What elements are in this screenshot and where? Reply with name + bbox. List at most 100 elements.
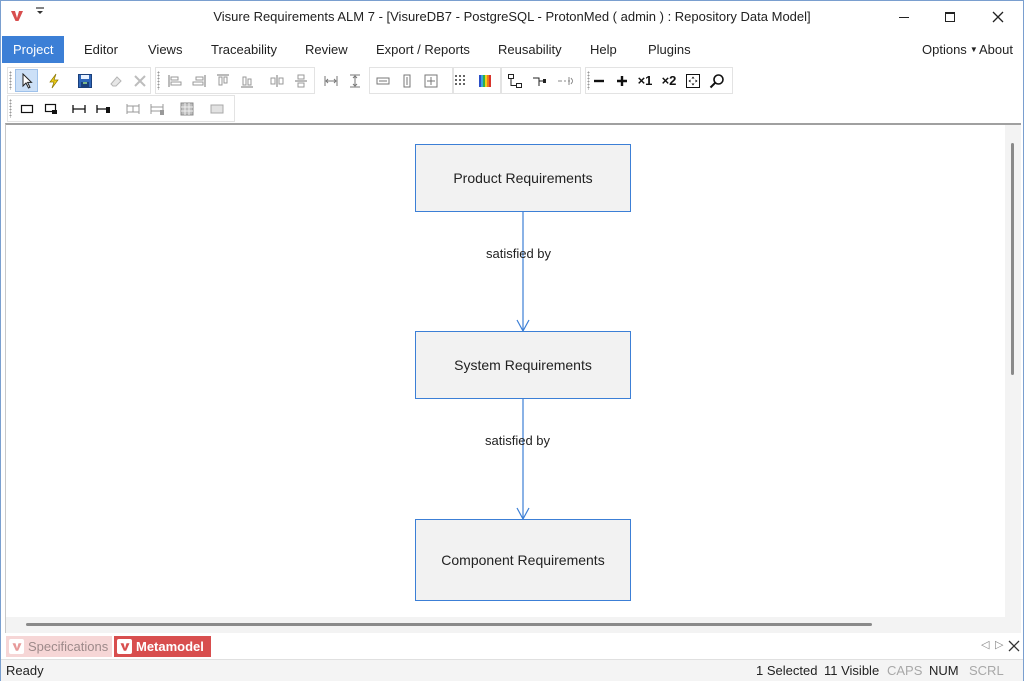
diagram-canvas[interactable]: Product Requirements satisfied by System… bbox=[6, 125, 1006, 617]
menu-help[interactable]: Help bbox=[579, 36, 628, 63]
window-title: Visure Requirements ALM 7 - [VisureDB7 -… bbox=[213, 9, 811, 24]
align-top-icon bbox=[216, 74, 229, 85]
save-model-button[interactable] bbox=[73, 69, 96, 92]
align-bottom-button[interactable] bbox=[235, 69, 258, 92]
edge-system-to-component[interactable] bbox=[516, 399, 530, 521]
grid-button[interactable] bbox=[449, 69, 472, 92]
tab-scroll-right-icon[interactable]: ▷ bbox=[995, 638, 1003, 651]
align-left-icon bbox=[168, 74, 181, 87]
vertical-scrollbar-thumb[interactable] bbox=[1011, 143, 1014, 375]
minimize-icon bbox=[899, 17, 909, 18]
menu-options-label: Options bbox=[922, 42, 967, 57]
maximize-icon bbox=[945, 12, 955, 22]
visure-v-logo-icon bbox=[117, 639, 132, 654]
rectangle-shadow-button[interactable] bbox=[39, 97, 62, 120]
tab-specifications[interactable]: Specifications bbox=[6, 636, 112, 657]
connect-icon bbox=[532, 77, 546, 86]
menu-about[interactable]: About bbox=[973, 36, 1019, 63]
center-horizontal-button[interactable] bbox=[371, 69, 394, 92]
minimize-button[interactable] bbox=[881, 1, 927, 33]
connector-button[interactable] bbox=[67, 97, 90, 120]
tab-label: Specifications bbox=[28, 639, 109, 654]
color-palette-button[interactable] bbox=[473, 69, 496, 92]
menu-reusability[interactable]: Reusability bbox=[487, 36, 573, 63]
menu-plugins[interactable]: Plugins bbox=[637, 36, 702, 63]
connect-button[interactable] bbox=[527, 69, 550, 92]
menu-export-reports[interactable]: Export / Reports bbox=[365, 36, 481, 63]
align-center-button[interactable] bbox=[187, 69, 210, 92]
table-icon bbox=[180, 102, 193, 115]
tab-scroll-left-icon[interactable]: ◁ bbox=[981, 638, 989, 651]
table-button[interactable] bbox=[175, 97, 198, 120]
edge-product-to-system[interactable] bbox=[516, 212, 530, 333]
rectangle-button[interactable] bbox=[15, 97, 38, 120]
node-label: Product Requirements bbox=[453, 170, 593, 186]
close-button[interactable] bbox=[975, 1, 1021, 33]
vertical-scrollbar[interactable] bbox=[1005, 125, 1021, 617]
menu-editor[interactable]: Editor bbox=[73, 36, 129, 63]
zoom-fit-button[interactable] bbox=[681, 69, 704, 92]
connector-end-button[interactable] bbox=[91, 97, 114, 120]
toolbar-grip[interactable] bbox=[9, 99, 12, 118]
same-width-button[interactable] bbox=[319, 69, 342, 92]
distribute-horizontal-icon bbox=[270, 74, 283, 87]
same-height-button[interactable] bbox=[343, 69, 366, 92]
connector-end-icon bbox=[95, 104, 110, 113]
center-both-button[interactable] bbox=[419, 69, 442, 92]
align-bottom-icon bbox=[240, 76, 253, 87]
horizontal-scrollbar-thumb[interactable] bbox=[26, 623, 872, 626]
box-button[interactable] bbox=[205, 97, 228, 120]
node-label: System Requirements bbox=[454, 357, 592, 373]
align-left-button[interactable] bbox=[163, 69, 186, 92]
toolbar-grip[interactable] bbox=[9, 71, 12, 90]
visure-v-logo-icon bbox=[9, 639, 24, 654]
layout-tree-button[interactable] bbox=[503, 69, 526, 92]
zoom-fit-icon bbox=[685, 73, 700, 88]
color-palette-icon bbox=[478, 74, 491, 87]
node-product-requirements[interactable]: Product Requirements bbox=[415, 144, 631, 212]
zoom-x1-button[interactable]: ×1 bbox=[633, 69, 657, 92]
menu-review[interactable]: Review bbox=[294, 36, 359, 63]
center-both-icon bbox=[424, 74, 437, 87]
connector-icon bbox=[71, 104, 86, 113]
node-system-requirements[interactable]: System Requirements bbox=[415, 331, 631, 399]
app-window: Visure Requirements ALM 7 - [VisureDB7 -… bbox=[0, 0, 1024, 681]
eraser-icon bbox=[109, 75, 122, 86]
delete-button[interactable] bbox=[128, 69, 151, 92]
zoom-in-button[interactable] bbox=[610, 69, 633, 92]
document-tabs: Specifications Metamodel ◁ ▷ bbox=[1, 635, 1023, 659]
horizontal-scrollbar[interactable] bbox=[6, 617, 1006, 633]
zoom-in-icon bbox=[616, 75, 627, 86]
zoom-search-icon bbox=[709, 73, 724, 88]
zoom-x2-button[interactable]: ×2 bbox=[657, 69, 681, 92]
center-vertical-icon bbox=[403, 74, 410, 87]
layout-tree-icon bbox=[507, 73, 522, 88]
eraser-button[interactable] bbox=[104, 69, 127, 92]
tab-close-icon[interactable] bbox=[1007, 638, 1021, 654]
link-merge-button[interactable] bbox=[145, 97, 168, 120]
link-split-button[interactable] bbox=[121, 97, 144, 120]
select-pointer-button[interactable] bbox=[15, 69, 38, 92]
lightning-button[interactable] bbox=[42, 69, 65, 92]
select-pointer-icon bbox=[22, 72, 33, 89]
edge-label: satisfied by bbox=[486, 246, 552, 261]
distribute-horizontal-button[interactable] bbox=[265, 69, 288, 92]
same-height-icon bbox=[349, 74, 360, 87]
status-selected-count: 1 Selected bbox=[756, 663, 818, 678]
maximize-button[interactable] bbox=[927, 1, 973, 33]
zoom-out-button[interactable] bbox=[587, 69, 610, 92]
distribute-vertical-button[interactable] bbox=[289, 69, 312, 92]
tab-metamodel[interactable]: Metamodel bbox=[114, 636, 211, 657]
zoom-search-button[interactable] bbox=[705, 69, 728, 92]
route-button[interactable] bbox=[553, 69, 576, 92]
status-caps: CAPS bbox=[887, 663, 923, 678]
align-top-button[interactable] bbox=[211, 69, 234, 92]
menu-traceability[interactable]: Traceability bbox=[200, 36, 288, 63]
toolbar-grip[interactable] bbox=[157, 71, 160, 90]
menu-views[interactable]: Views bbox=[137, 36, 193, 63]
link-split-icon bbox=[126, 103, 139, 114]
center-vertical-button[interactable] bbox=[395, 69, 418, 92]
menu-project[interactable]: Project bbox=[2, 36, 65, 63]
route-icon bbox=[557, 76, 573, 85]
node-component-requirements[interactable]: Component Requirements bbox=[415, 519, 631, 601]
